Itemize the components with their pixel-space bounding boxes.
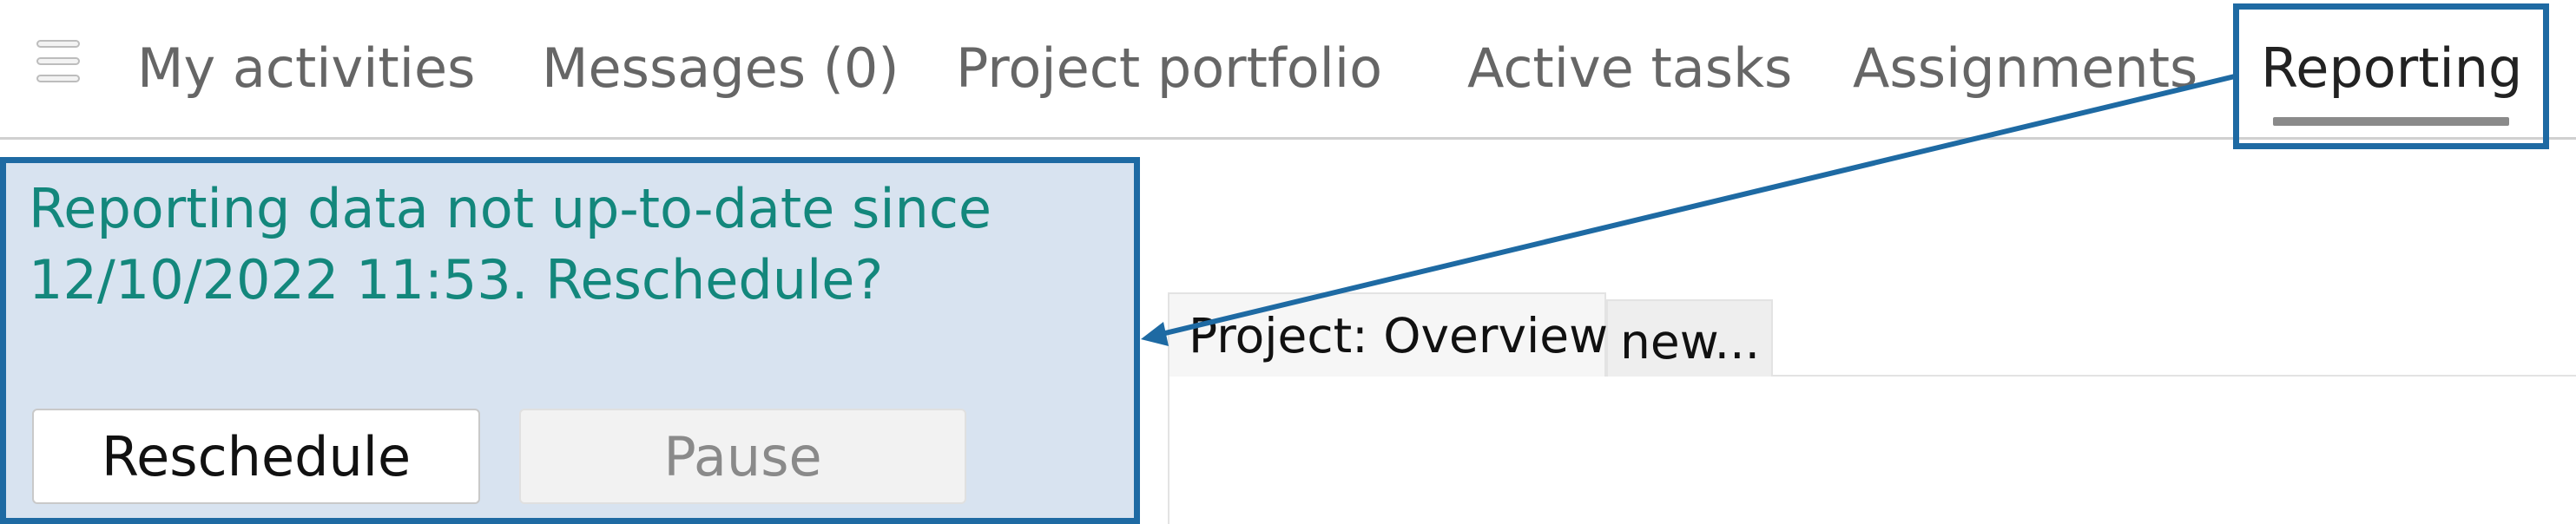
pause-button[interactable]: Pause bbox=[519, 409, 966, 504]
reporting-tab-highlight bbox=[2233, 3, 2549, 149]
report-tab-project-overview[interactable]: Project: Overview bbox=[1168, 292, 1608, 377]
reschedule-button[interactable]: Reschedule bbox=[32, 409, 480, 504]
reporting-status-message: Reporting data not up-to-date since 12/1… bbox=[29, 174, 1105, 316]
tab-my-activities[interactable]: My activities bbox=[137, 29, 475, 108]
tab-project-portfolio[interactable]: Project portfolio bbox=[956, 29, 1382, 108]
report-content-panel bbox=[1168, 375, 2576, 524]
report-tab-new[interactable]: new... bbox=[1606, 299, 1773, 377]
tab-active-tasks[interactable]: Active tasks bbox=[1467, 29, 1792, 108]
tab-assignments[interactable]: Assignments bbox=[1853, 29, 2197, 108]
nav-divider bbox=[0, 137, 2576, 140]
tab-messages[interactable]: Messages (0) bbox=[542, 29, 899, 108]
message-line-2: 12/10/2022 11:53. Reschedule? bbox=[29, 248, 884, 311]
annotation-arrowhead bbox=[1141, 322, 1169, 346]
message-line-1: Reporting data not up-to-date since bbox=[29, 177, 992, 240]
hamburger-menu-icon[interactable] bbox=[33, 38, 85, 97]
